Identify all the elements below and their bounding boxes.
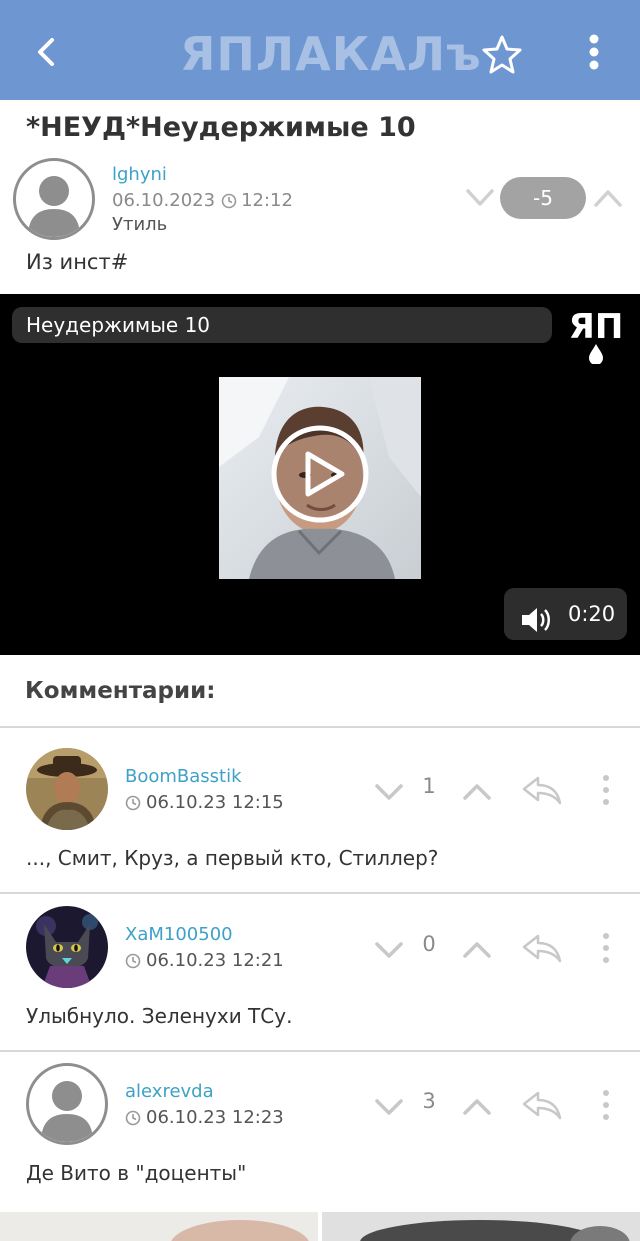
clock-icon xyxy=(221,193,237,214)
commenter-avatar[interactable] xyxy=(26,1063,108,1145)
video-player[interactable]: Неудержимые 10 ЯП 0:20 xyxy=(0,294,640,655)
more-menu-icon[interactable] xyxy=(578,30,610,74)
comment-text: ..., Смит, Круз, а первый кто, Стиллер? xyxy=(26,846,439,870)
default-user-icon xyxy=(28,176,80,237)
reply-icon[interactable] xyxy=(520,774,564,806)
author-avatar[interactable] xyxy=(13,158,95,240)
comment-image-preview[interactable] xyxy=(0,1212,640,1241)
clock-icon xyxy=(125,795,141,816)
vote-down-icon[interactable] xyxy=(464,186,496,210)
commenter-name[interactable]: XaM100500 xyxy=(125,924,233,945)
comment-score: 0 xyxy=(422,932,436,956)
yap-logo-icon: ЯП xyxy=(562,304,630,365)
post-date: 06.10.2023 xyxy=(112,190,216,211)
video-duration: 0:20 xyxy=(568,602,616,626)
comment-item: XaM100500 06.10.23 12:21 0 Улыбнуло. Зел… xyxy=(0,886,640,1043)
reply-icon[interactable] xyxy=(520,1089,564,1121)
comment-item: alexrevda 06.10.23 12:23 3 Де Вито в "до… xyxy=(0,1043,640,1200)
clock-icon xyxy=(125,953,141,974)
vote-down-icon[interactable] xyxy=(373,938,405,962)
comment-time: 06.10.23 12:21 xyxy=(125,950,284,974)
comment-text: Де Вито в "доценты" xyxy=(26,1161,247,1185)
post-category[interactable]: Утиль xyxy=(112,214,167,235)
back-icon[interactable] xyxy=(24,30,68,74)
star-icon[interactable] xyxy=(480,32,524,76)
vote-up-icon[interactable] xyxy=(461,1095,493,1119)
comment-more-icon[interactable] xyxy=(598,772,614,808)
play-button[interactable] xyxy=(270,424,370,524)
comment-time: 06.10.23 12:15 xyxy=(125,792,284,816)
comment-text: Улыбнуло. Зеленухи ТСу. xyxy=(26,1004,293,1028)
post-rating-badge: -5 xyxy=(500,177,586,219)
commenter-avatar[interactable] xyxy=(26,748,108,830)
site-logo[interactable]: ЯПЛАКАЛъ xyxy=(180,28,481,80)
vote-up-icon[interactable] xyxy=(461,780,493,804)
video-title: Неудержимые 10 xyxy=(12,307,552,343)
vote-up-icon[interactable] xyxy=(592,186,624,210)
volume-icon[interactable] xyxy=(520,601,552,632)
comment-more-icon[interactable] xyxy=(598,930,614,966)
comment-time-text: 06.10.23 12:23 xyxy=(146,1107,284,1128)
commenter-name[interactable]: alexrevda xyxy=(125,1081,214,1102)
vote-down-icon[interactable] xyxy=(373,780,405,804)
comment-score: 1 xyxy=(422,774,436,798)
commenter-avatar[interactable] xyxy=(26,906,108,988)
post-author-link[interactable]: lghyni xyxy=(112,164,167,185)
default-user-icon xyxy=(41,1081,93,1142)
comment-item: BoomBasstik 06.10.23 12:15 1 ..., Смит, … xyxy=(0,728,640,885)
video-controls: 0:20 xyxy=(504,588,627,640)
vote-down-icon[interactable] xyxy=(373,1095,405,1119)
clock-icon xyxy=(125,1110,141,1131)
comment-time-text: 06.10.23 12:21 xyxy=(146,950,284,971)
post-time: 12:12 xyxy=(241,190,293,211)
svg-text:ЯП: ЯП xyxy=(569,307,624,347)
top-bar: ЯПЛАКАЛъ xyxy=(0,0,640,100)
comment-time: 06.10.23 12:23 xyxy=(125,1107,284,1131)
reply-icon[interactable] xyxy=(520,932,564,964)
post-title: *НЕУД*Неудержимые 10 xyxy=(26,112,416,143)
comment-score: 3 xyxy=(422,1089,436,1113)
post-date-time: 06.10.2023 12:12 xyxy=(112,190,293,214)
comments-header: Комментарии: xyxy=(25,678,216,704)
commenter-name[interactable]: BoomBasstik xyxy=(125,766,242,787)
comment-more-icon[interactable] xyxy=(598,1087,614,1123)
vote-up-icon[interactable] xyxy=(461,938,493,962)
comment-time-text: 06.10.23 12:15 xyxy=(146,792,284,813)
post-body-text: Из инст# xyxy=(26,250,129,274)
